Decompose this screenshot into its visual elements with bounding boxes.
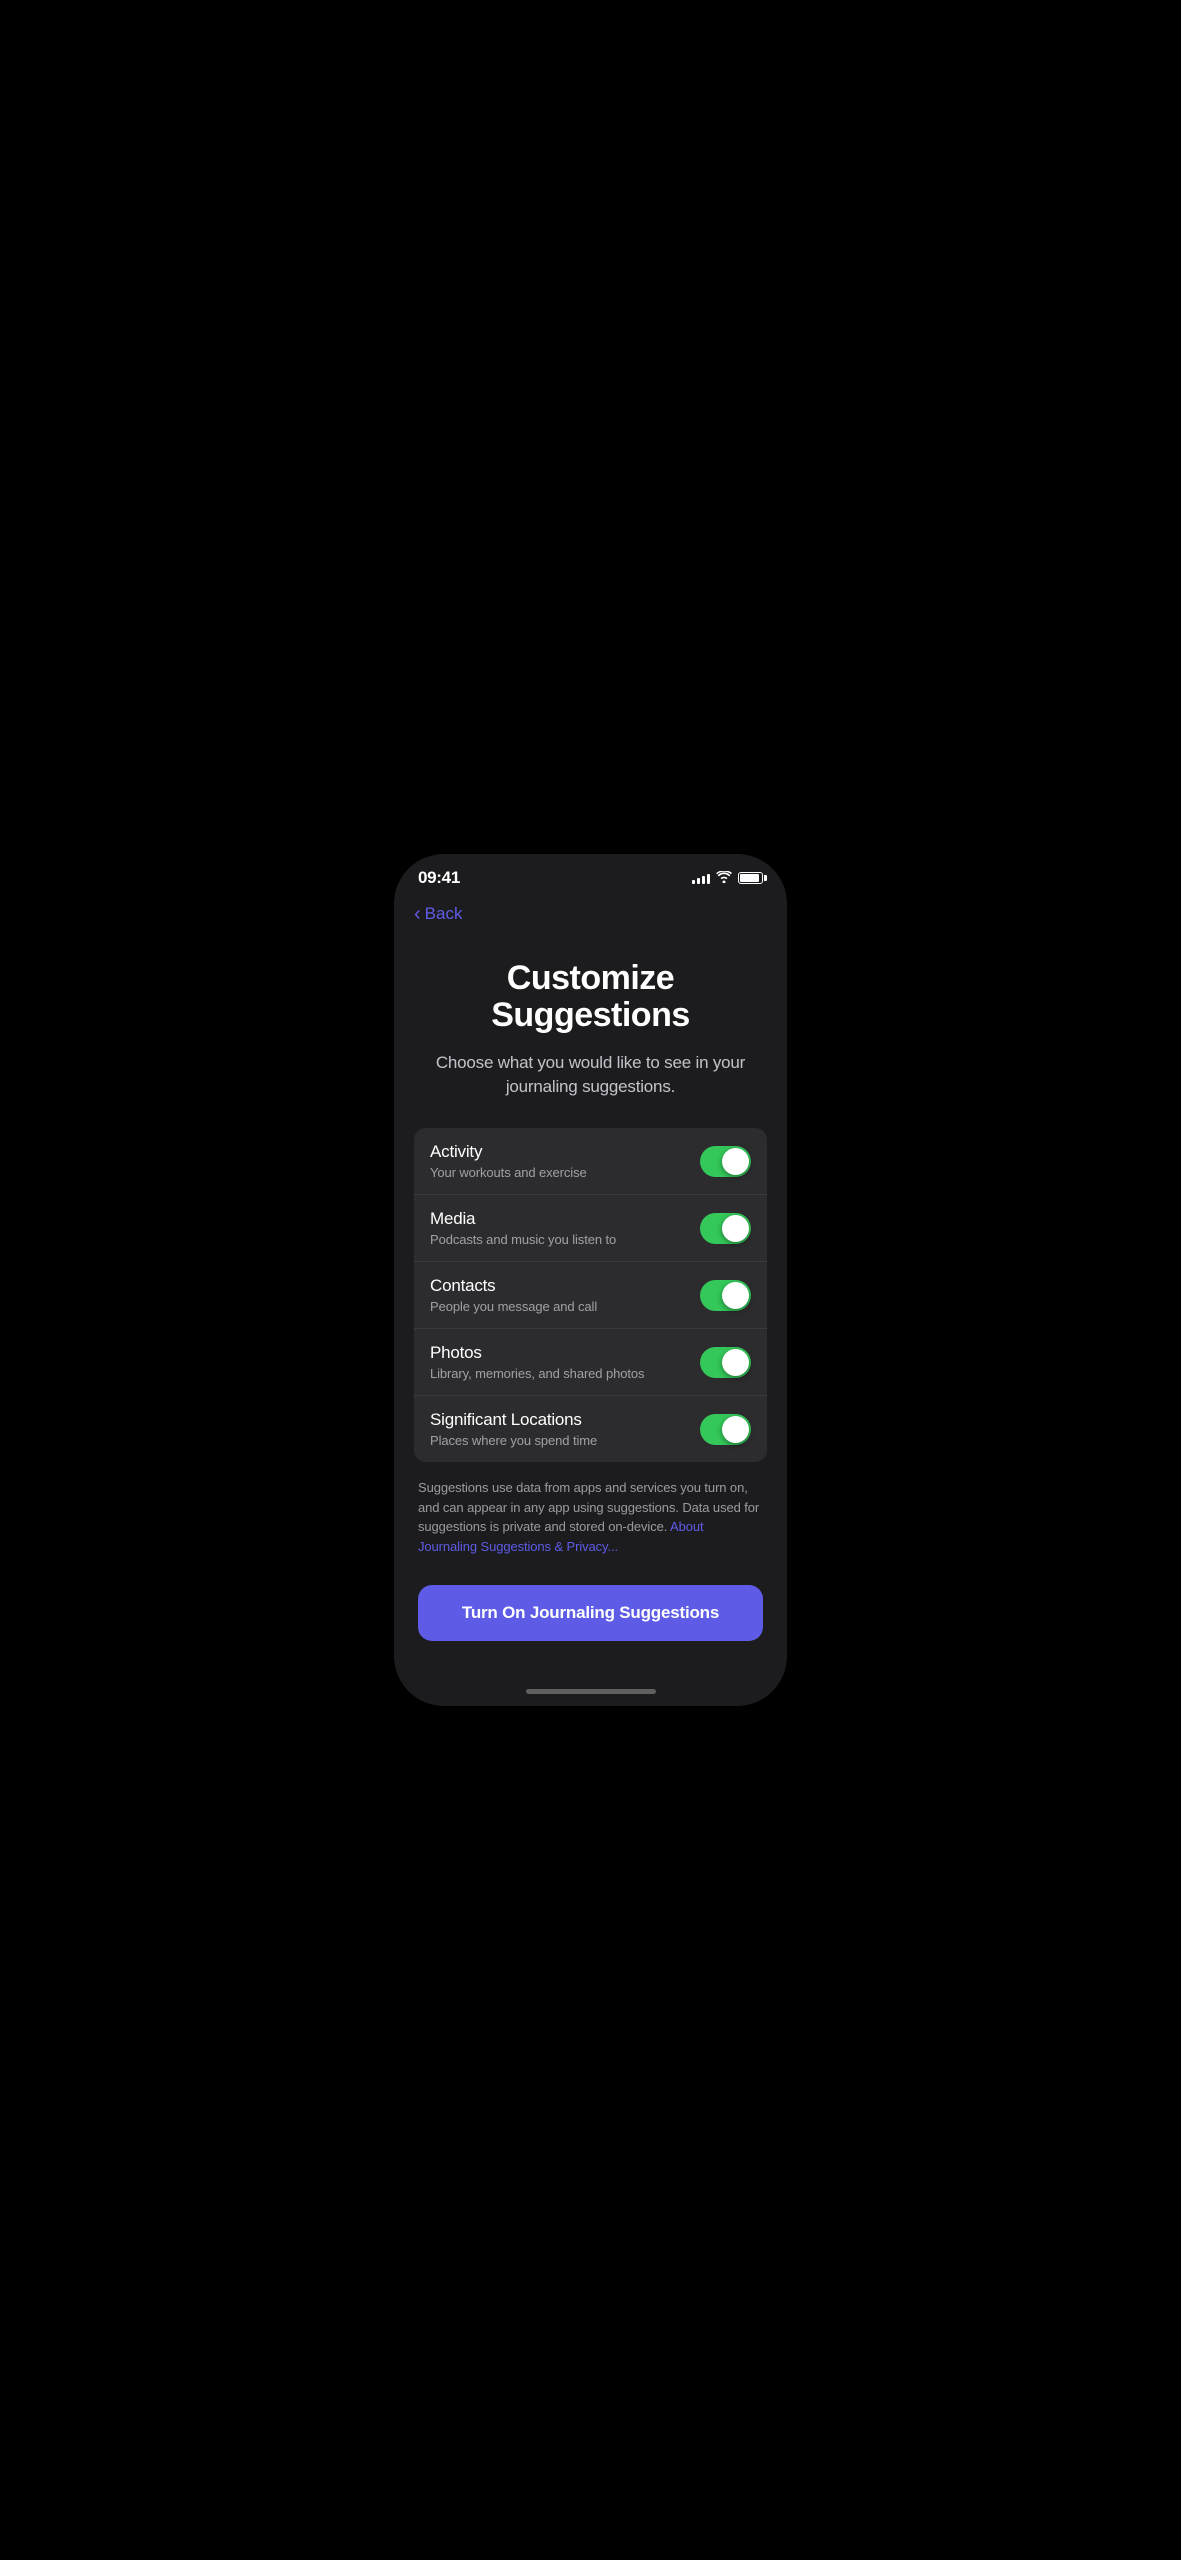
toggle-list: Activity Your workouts and exercise Medi… xyxy=(414,1128,767,1462)
back-button[interactable]: ‹ Back xyxy=(414,896,767,940)
toggle-desc-activity: Your workouts and exercise xyxy=(430,1165,700,1180)
battery-icon xyxy=(738,872,763,884)
cta-section: Turn On Journaling Suggestions xyxy=(414,1573,767,1661)
toggle-item-contacts: Contacts People you message and call xyxy=(414,1262,767,1329)
toggle-switch-activity[interactable] xyxy=(700,1146,751,1177)
toggle-desc-media: Podcasts and music you listen to xyxy=(430,1232,700,1247)
toggle-title-photos: Photos xyxy=(430,1343,700,1363)
status-icons xyxy=(692,870,763,886)
status-time: 09:41 xyxy=(418,868,460,888)
home-bar xyxy=(526,1689,656,1694)
toggle-switch-significant-locations[interactable] xyxy=(700,1414,751,1445)
status-bar: 09:41 xyxy=(394,854,787,896)
toggle-item-photos: Photos Library, memories, and shared pho… xyxy=(414,1329,767,1396)
main-content: ‹ Back CustomizeSuggestions Choose what … xyxy=(394,896,787,1681)
home-indicator xyxy=(394,1681,787,1706)
page-title: CustomizeSuggestions xyxy=(424,960,757,1035)
privacy-text: Suggestions use data from apps and servi… xyxy=(418,1480,759,1534)
toggle-desc-photos: Library, memories, and shared photos xyxy=(430,1366,700,1381)
toggle-title-contacts: Contacts xyxy=(430,1276,700,1296)
toggle-title-significant-locations: Significant Locations xyxy=(430,1410,700,1430)
back-label: Back xyxy=(425,904,463,924)
privacy-note: Suggestions use data from apps and servi… xyxy=(414,1478,767,1556)
toggle-switch-media[interactable] xyxy=(700,1213,751,1244)
signal-icon xyxy=(692,872,710,884)
toggle-desc-significant-locations: Places where you spend time xyxy=(430,1433,700,1448)
wifi-icon xyxy=(716,870,732,886)
page-subtitle: Choose what you would like to see in you… xyxy=(424,1051,757,1099)
phone-frame: 09:41 ‹ Back Custom xyxy=(394,854,787,1706)
toggle-item-activity: Activity Your workouts and exercise xyxy=(414,1128,767,1195)
toggle-title-activity: Activity xyxy=(430,1142,700,1162)
spacer xyxy=(414,1556,767,1573)
toggle-title-media: Media xyxy=(430,1209,700,1229)
cta-button[interactable]: Turn On Journaling Suggestions xyxy=(418,1585,763,1641)
toggle-item-media: Media Podcasts and music you listen to xyxy=(414,1195,767,1262)
toggle-item-significant-locations: Significant Locations Places where you s… xyxy=(414,1396,767,1462)
toggle-switch-contacts[interactable] xyxy=(700,1280,751,1311)
toggle-desc-contacts: People you message and call xyxy=(430,1299,700,1314)
back-chevron-icon: ‹ xyxy=(414,904,421,924)
toggle-switch-photos[interactable] xyxy=(700,1347,751,1378)
title-section: CustomizeSuggestions Choose what you wou… xyxy=(414,940,767,1128)
